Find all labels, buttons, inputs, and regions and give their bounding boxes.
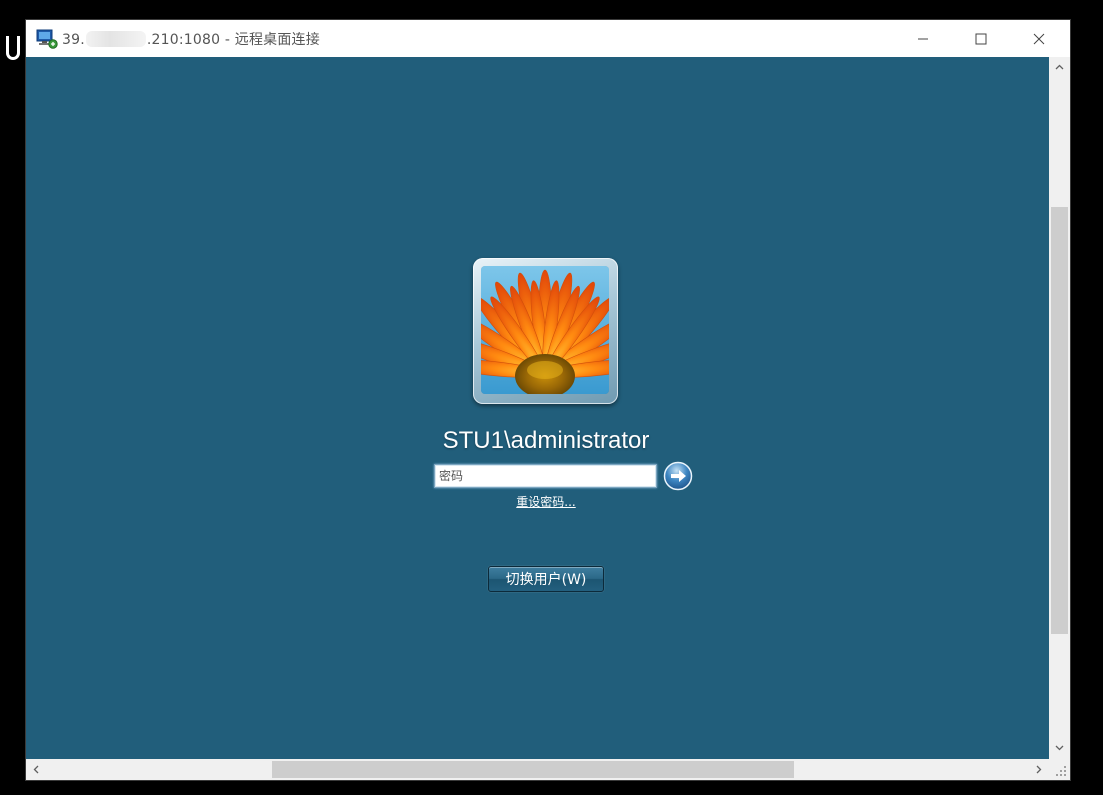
arrow-right-circle-icon[interactable] bbox=[663, 461, 693, 491]
minimize-icon bbox=[918, 38, 928, 39]
window-title: 39. .210:1080 - 远程桌面连接 bbox=[62, 29, 320, 49]
chevron-right-icon[interactable] bbox=[1032, 763, 1045, 776]
maximize-icon bbox=[975, 33, 987, 44]
orange-flower-avatar bbox=[481, 266, 609, 394]
window-title-prefix: 39. bbox=[62, 32, 85, 48]
resize-grip-icon bbox=[1056, 766, 1066, 776]
vertical-scroll-thumb[interactable] bbox=[1051, 207, 1068, 634]
chevron-left-icon[interactable] bbox=[30, 763, 43, 776]
remote-desktop-viewport[interactable]: STU1\administrator 重设密码... 切换用户(W) bbox=[26, 57, 1049, 759]
chevron-down-icon[interactable] bbox=[1053, 741, 1066, 754]
user-avatar bbox=[473, 258, 618, 404]
password-field[interactable] bbox=[434, 464, 657, 488]
vertical-scrollbar[interactable] bbox=[1049, 57, 1070, 759]
minimize-button[interactable] bbox=[894, 20, 952, 57]
flower-image bbox=[481, 266, 609, 394]
remote-desktop-window: 39. .210:1080 - 远程桌面连接 STU1\administrato… bbox=[26, 20, 1070, 780]
redacted-ip-segment bbox=[85, 31, 146, 47]
horizontal-scroll-thumb[interactable] bbox=[272, 761, 794, 778]
window-title-suffix: .210:1080 - 远程桌面连接 bbox=[146, 32, 320, 48]
username-label: STU1\administrator bbox=[442, 427, 650, 454]
stray-white-mark bbox=[6, 36, 20, 60]
remote-desktop-icon bbox=[36, 29, 58, 49]
title-bar[interactable]: 39. .210:1080 - 远程桌面连接 bbox=[26, 20, 1070, 57]
maximize-button[interactable] bbox=[952, 20, 1010, 57]
close-icon bbox=[1033, 33, 1045, 44]
reset-password-link[interactable]: 重设密码... bbox=[496, 493, 596, 510]
chevron-up-icon[interactable] bbox=[1053, 61, 1066, 74]
size-grip[interactable] bbox=[1049, 759, 1070, 780]
switch-user-button[interactable]: 切换用户(W) bbox=[488, 566, 604, 592]
horizontal-scrollbar[interactable] bbox=[26, 759, 1049, 780]
close-button[interactable] bbox=[1010, 20, 1068, 57]
